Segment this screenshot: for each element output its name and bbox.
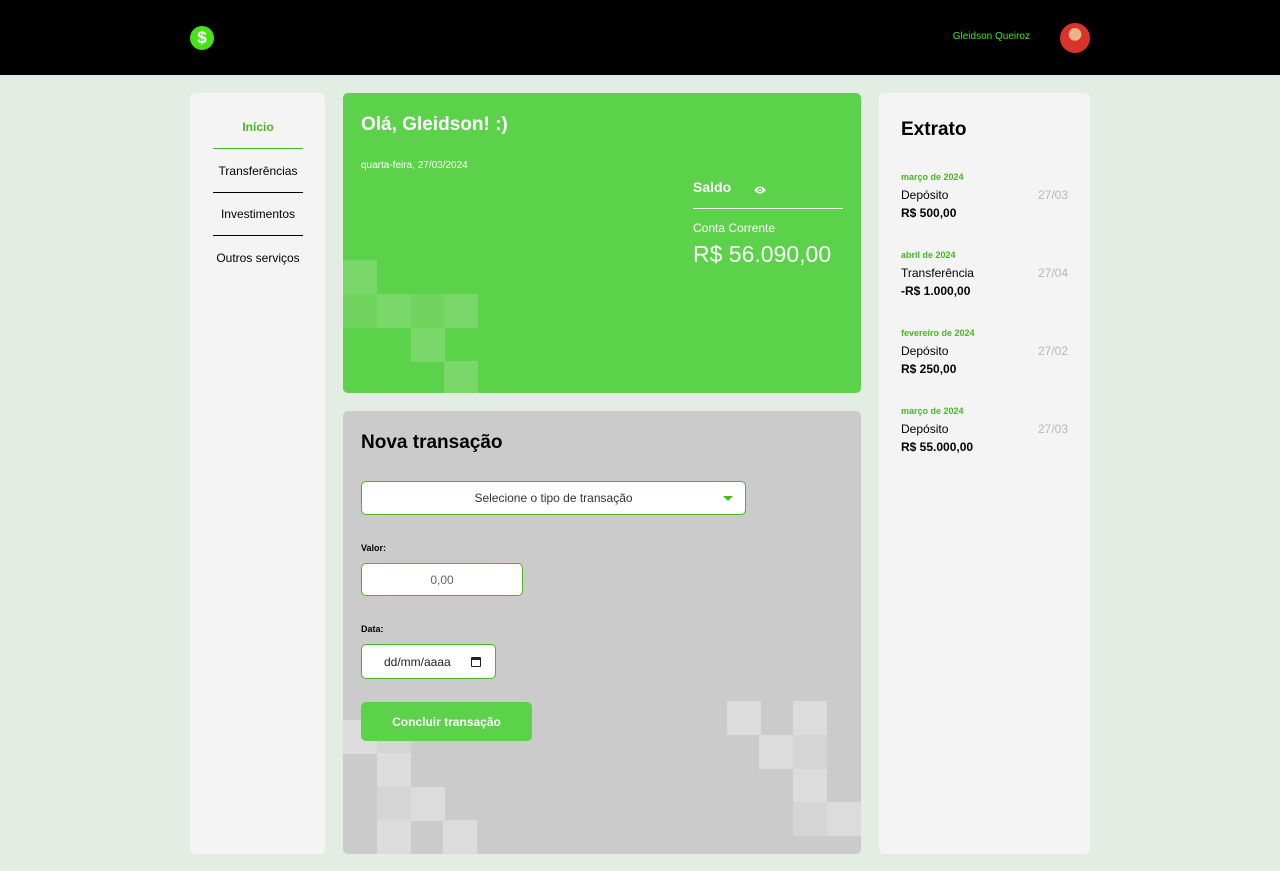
entry-date: 27/04 [1037,266,1068,280]
new-transaction-card: Nova transação Selecione o tipo de trans… [343,411,861,854]
value-placeholder: 0,00 [430,572,454,587]
submit-transaction-button[interactable]: Concluir transação [361,702,532,741]
entry-type: Depósito [901,188,949,202]
transaction-title: Nova transação [361,432,503,453]
entry-month: março de 2024 [901,172,964,182]
date-label: Data: [361,624,384,634]
dollar-logo-icon[interactable]: $ [190,26,214,50]
entry-date: 27/02 [1037,344,1068,358]
chevron-down-icon [723,496,733,501]
sidebar-item-outros-servicos[interactable]: Outros serviços [213,236,303,279]
date-input[interactable]: dd/mm/aaaa [361,644,496,679]
entry-month: março de 2024 [901,406,964,416]
statement-title: Extrato [901,119,967,140]
account-label: Conta Corrente [693,221,776,235]
statement-entry[interactable]: abril de 2024 Transferência 27/04 -R$ 1.… [901,250,1068,302]
value-input[interactable]: 0,00 [361,563,523,596]
sidebar-item-investimentos[interactable]: Investimentos [213,193,303,236]
entry-type: Transferência [901,266,974,280]
entry-value: R$ 250,00 [901,362,957,376]
balance-header: Saldo [693,177,843,209]
balance-card: Olá, Gleidson! :) quarta-feira, 27/03/20… [343,93,861,393]
user-name: Gleidson Queiroz [952,31,1030,42]
entry-date: 27/03 [1037,422,1068,436]
current-date: quarta-feira, 27/03/2024 [361,160,468,171]
sidebar-item-inicio[interactable]: Início [213,106,303,149]
greeting: Olá, Gleidson! :) [361,114,508,135]
sidebar: Início Transferências Investimentos Outr… [190,93,325,854]
avatar[interactable] [1060,23,1090,53]
calendar-icon[interactable] [471,657,481,667]
entry-date: 27/03 [1037,188,1068,202]
transaction-type-select[interactable]: Selecione o tipo de transação [361,481,746,515]
statement-entry[interactable]: março de 2024 Depósito 27/03 R$ 500,00 [901,172,1068,224]
top-bar: $ Gleidson Queiroz [0,0,1280,75]
eye-icon[interactable] [753,182,767,200]
transaction-type-placeholder: Selecione o tipo de transação [474,491,633,505]
entry-type: Depósito [901,344,949,358]
entry-month: abril de 2024 [901,250,956,260]
entry-value: R$ 500,00 [901,206,957,220]
date-placeholder: dd/mm/aaaa [384,655,451,669]
sidebar-item-transferencias[interactable]: Transferências [213,150,303,193]
statement-entry[interactable]: março de 2024 Depósito 27/03 R$ 55.000,0… [901,406,1068,458]
entry-value: R$ 55.000,00 [901,440,974,454]
statement-panel: Extrato março de 2024 Depósito 27/03 R$ … [879,93,1090,854]
balance-amount: R$ 56.090,00 [693,241,832,267]
balance-label: Saldo [693,179,732,195]
value-label: Valor: [361,543,387,553]
entry-month: fevereiro de 2024 [901,328,975,338]
entry-value: -R$ 1.000,00 [901,284,971,298]
entry-type: Depósito [901,422,949,436]
statement-entry[interactable]: fevereiro de 2024 Depósito 27/02 R$ 250,… [901,328,1068,380]
